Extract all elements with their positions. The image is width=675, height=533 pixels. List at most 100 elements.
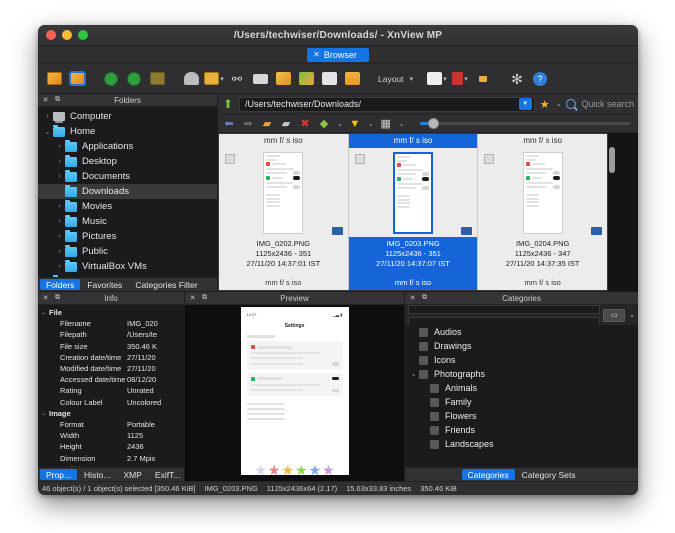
maximize-window-button[interactable] — [78, 30, 88, 40]
star-icon[interactable]: ★ — [540, 98, 550, 111]
categories-menu-button[interactable]: ▭ — [603, 308, 626, 322]
rename-icon[interactable]: ▰ — [279, 117, 293, 131]
up-arrow-icon[interactable]: ⬆ — [222, 98, 234, 110]
thumbnail-size-slider[interactable] — [420, 118, 630, 129]
info-row-creation-date-time[interactable]: Creation date/time 27/11/20 — [38, 352, 184, 363]
find-icon[interactable]: ⚯ — [227, 69, 247, 89]
new-folder-icon[interactable]: ▰ — [260, 117, 274, 131]
tab-folders[interactable]: Folders — [40, 279, 81, 290]
folder-tree-item-downloads[interactable]: Downloads — [38, 184, 217, 199]
tab-histo[interactable]: Histo... — [78, 469, 116, 480]
info-row-file-size[interactable]: File size 350.46 K — [38, 341, 184, 352]
close-icon[interactable]: ✕ — [313, 50, 320, 60]
list-view-icon[interactable] — [473, 69, 493, 89]
category-item-landscapes[interactable]: Landscapes — [405, 437, 638, 451]
twisty-icon[interactable]: › — [54, 248, 65, 255]
rotate-right-icon[interactable] — [124, 69, 144, 89]
twisty-icon[interactable]: › — [54, 143, 65, 150]
tab-category-sets[interactable]: Category Sets — [516, 469, 582, 480]
category-checkbox[interactable] — [419, 327, 428, 337]
search-icon[interactable] — [566, 99, 577, 109]
rotate-left-icon[interactable] — [101, 69, 121, 89]
folder-tree[interactable]: › Computer ⌄ Home › Applications › Desktop › Docu… — [38, 107, 217, 277]
thumbnail-checkbox[interactable] — [484, 154, 495, 164]
chevron-down-icon[interactable]: ⌄ — [368, 120, 374, 128]
folder-tree-item-home[interactable]: ⌄ Home — [38, 124, 217, 139]
twisty-icon[interactable]: › — [54, 233, 65, 240]
window-controls[interactable] — [38, 30, 88, 40]
folder-tree-item-movies[interactable]: › Movies — [38, 199, 217, 214]
info-row-format[interactable]: Format Portable — [38, 419, 184, 430]
info-row-width[interactable]: Width 1125 — [38, 430, 184, 441]
print-icon[interactable] — [250, 69, 270, 89]
tab-xmp[interactable]: XMP — [118, 469, 148, 480]
category-checkbox[interactable] — [419, 341, 428, 351]
thumbnail-image-box[interactable] — [219, 148, 348, 237]
thumbnail-checkbox[interactable] — [225, 154, 235, 164]
toggle-apple-music[interactable] — [331, 362, 339, 366]
thumbnail-image-box[interactable] — [348, 148, 478, 237]
export-icon[interactable] — [273, 69, 293, 89]
category-checkbox[interactable] — [419, 369, 428, 379]
tab-favorites[interactable]: Favorites — [81, 279, 128, 290]
folder-tree-item-computer[interactable]: › Computer — [38, 109, 217, 124]
category-item-audios[interactable]: Audios — [405, 325, 638, 339]
chevron-down-icon[interactable]: ⌄ — [629, 311, 635, 319]
slideshow-image-icon[interactable] — [296, 69, 316, 89]
tab-browser[interactable]: ✕ Browser — [307, 47, 369, 62]
folder-tree-item-documents[interactable]: › Documents — [38, 169, 217, 184]
info-row-filename[interactable]: Filename IMG_020 — [38, 318, 184, 329]
category-item-flowers[interactable]: Flowers — [405, 409, 638, 423]
layout-menu[interactable]: Layout — [376, 74, 406, 84]
twisty-icon[interactable]: ⌄ — [38, 410, 49, 417]
folder-tree-item-music[interactable]: › Music — [38, 214, 217, 229]
chevron-down-icon[interactable]: ⌄ — [337, 120, 343, 128]
thumbnail-cell[interactable]: mm f/ s iso IMG_0203.PNG 1125x2436 - 351 27… — [348, 134, 479, 290]
category-checkbox[interactable] — [430, 439, 439, 449]
settings-gear-icon[interactable]: ✻ — [507, 69, 527, 89]
category-checkbox[interactable] — [430, 383, 439, 393]
category-item-icons[interactable]: Icons — [405, 353, 638, 367]
open-image-icon[interactable] — [44, 69, 64, 89]
category-checkbox[interactable] — [430, 411, 439, 421]
thumbnail-scrollbar[interactable] — [608, 133, 616, 291]
preview-image-area[interactable]: 14:37 ▁▃ ▮ Settings ★ ★ ★ ★ ★ ★ — [185, 305, 404, 481]
info-row-colour-label[interactable]: Colour Label Uncolored — [38, 397, 184, 408]
info-row-rating[interactable]: Rating Unrated — [38, 385, 184, 396]
chevron-down-icon[interactable]: ⌄ — [556, 100, 562, 108]
thumbnail-grid[interactable]: mm f/ s iso IMG_0202.PNG 1125x2436 - 351 27… — [218, 133, 608, 291]
twisty-icon[interactable]: › — [54, 158, 65, 165]
filter-funnel-icon[interactable]: ▼ — [348, 117, 362, 131]
info-row-height[interactable]: Height 2436 — [38, 441, 184, 452]
scrollbar-thumb[interactable] — [609, 147, 615, 173]
back-icon[interactable]: ⬅ — [222, 117, 236, 131]
twisty-icon[interactable]: ⌄ — [408, 370, 419, 378]
grid-view-icon[interactable]: ▦ — [379, 117, 393, 131]
presentation-icon[interactable] — [342, 69, 362, 89]
chevron-down-icon[interactable]: ▼ — [518, 98, 532, 110]
chevron-down-icon[interactable]: ▾ — [410, 75, 414, 83]
tab-categories-filter[interactable]: Categories Filter — [129, 279, 203, 290]
quick-search-input[interactable]: Quick search — [581, 99, 634, 109]
tab-prop[interactable]: Prop... — [40, 469, 78, 480]
folder-tree-item-applications[interactable]: › Applications — [38, 139, 217, 154]
folder-tree-item-pictures[interactable]: › Pictures — [38, 229, 217, 244]
thumbnail-checkbox[interactable] — [354, 154, 365, 164]
open-image-selected-icon[interactable] — [67, 69, 87, 89]
category-item-family[interactable]: Family — [405, 395, 638, 409]
convert-icon[interactable] — [147, 69, 167, 89]
chevron-down-icon[interactable]: ⌄ — [399, 120, 405, 128]
catalog-icon[interactable]: ▾ — [450, 69, 470, 89]
thumbnail-cell[interactable]: mm f/ s iso IMG_0204.PNG 1125x2436 - 347 27… — [478, 134, 607, 290]
timer-icon[interactable] — [319, 69, 339, 89]
thumbnail-cell[interactable]: mm f/ s iso IMG_0202.PNG 1125x2436 - 351 27… — [219, 134, 349, 290]
thumbnail-image-box[interactable] — [478, 148, 607, 237]
rating-stars[interactable]: ★ ★ ★ ★ ★ ★ — [241, 462, 349, 479]
info-row-accessed-date-time[interactable]: Accessed date/time 08/12/20 — [38, 374, 184, 385]
twisty-icon[interactable]: › — [54, 263, 65, 270]
twisty-icon[interactable]: › — [54, 218, 65, 225]
tab-categories[interactable]: Categories — [461, 469, 515, 480]
tab-exift[interactable]: ExifT... — [149, 469, 187, 480]
twisty-icon[interactable]: ⌄ — [38, 309, 49, 316]
color-label-icon[interactable]: ◆ — [317, 117, 331, 131]
